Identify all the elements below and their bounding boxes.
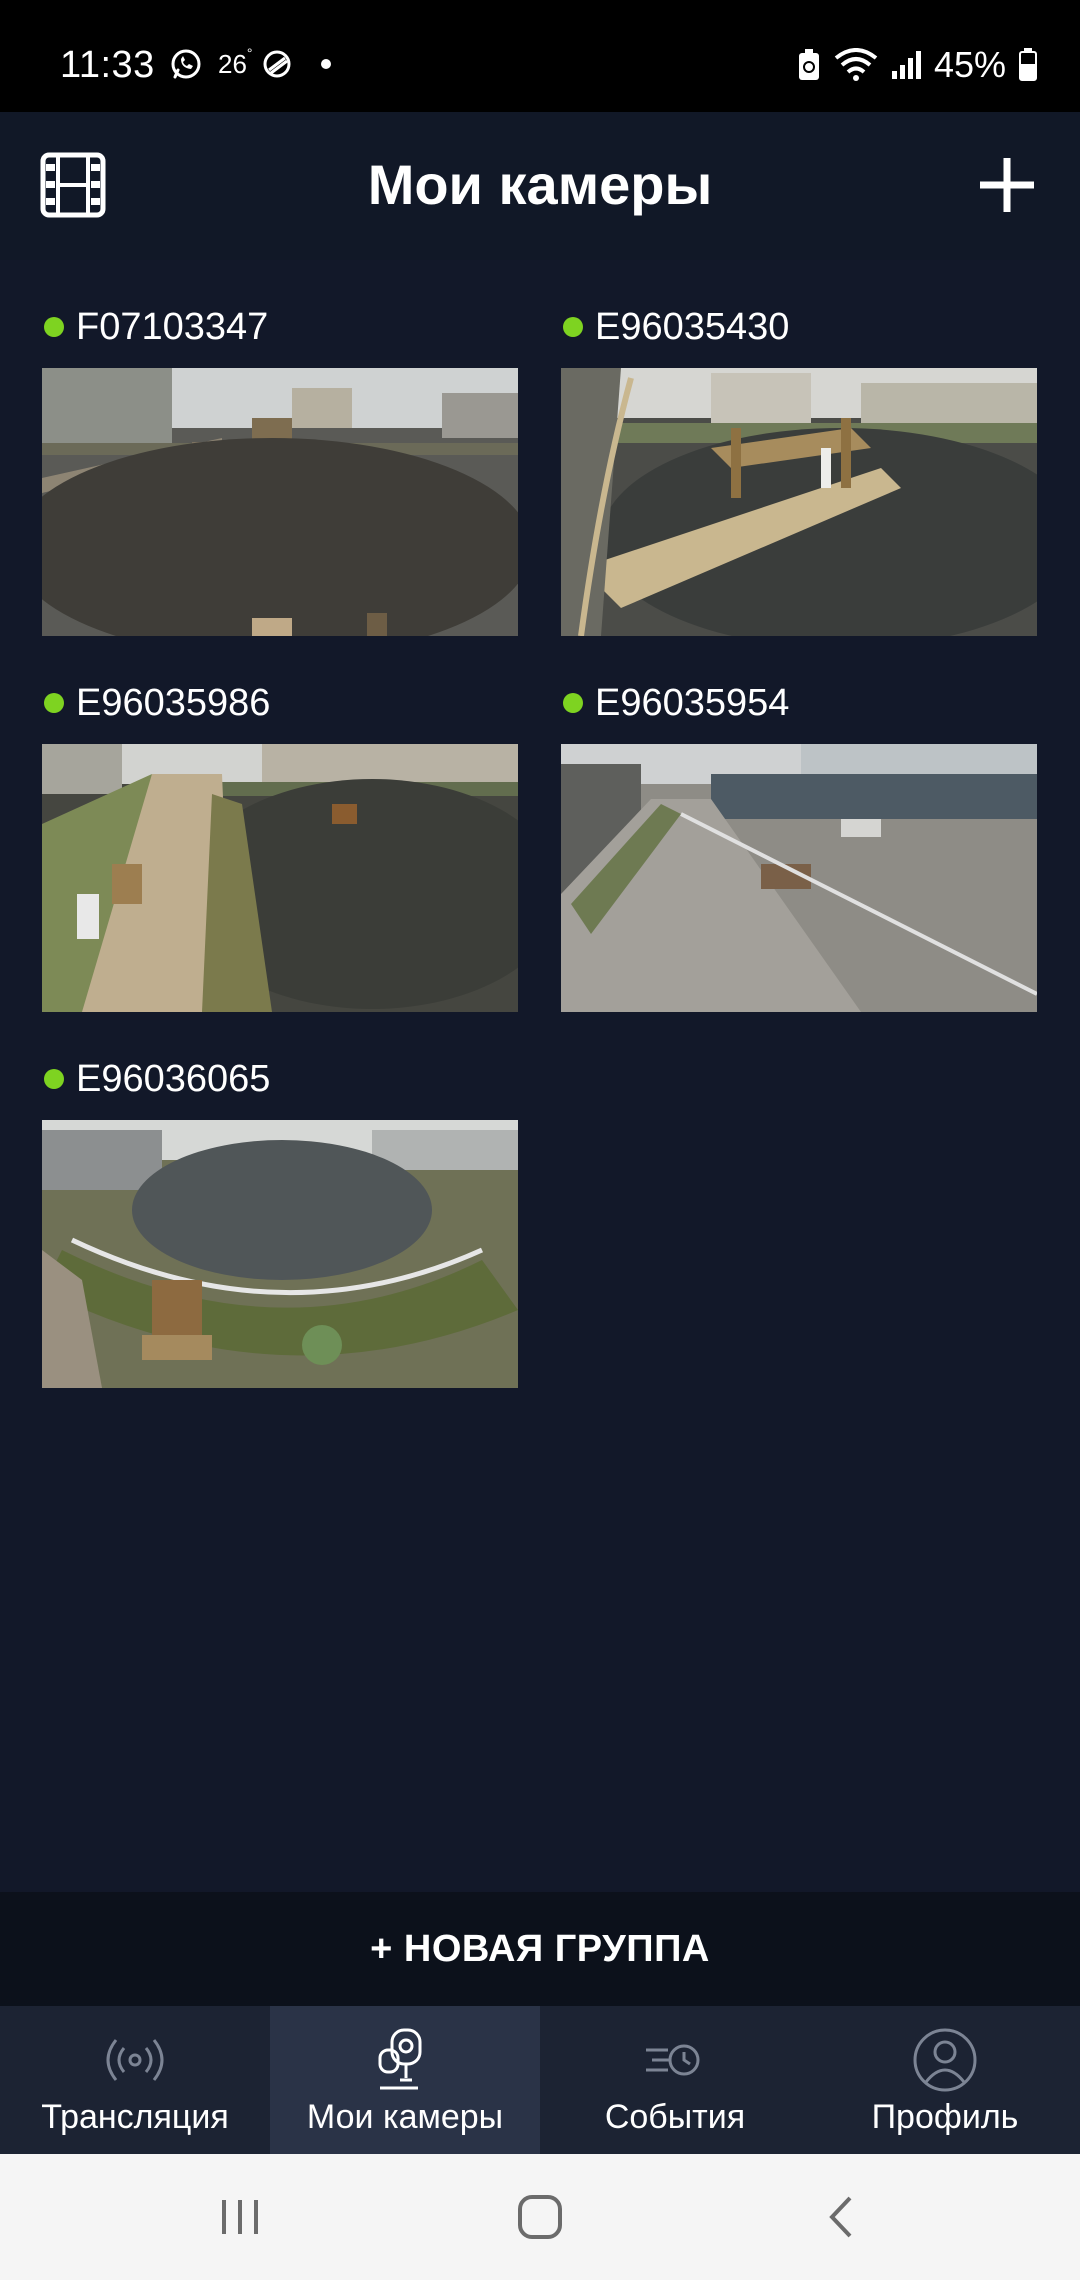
camera-thumbnail[interactable]: [42, 744, 518, 1012]
camera-card[interactable]: E96035430: [561, 300, 1037, 636]
nav-item-my-cameras[interactable]: Мои камеры: [270, 2006, 540, 2154]
camera-card[interactable]: F07103347: [42, 300, 518, 636]
status-time: 11:33: [60, 44, 155, 86]
camera-label: F07103347: [42, 300, 518, 354]
camera-label: E96036065: [42, 1052, 518, 1106]
battery-icon: [1019, 48, 1037, 81]
home-button[interactable]: [510, 2190, 570, 2244]
nav-label: Профиль: [871, 2098, 1019, 2136]
online-status-dot: [563, 693, 583, 713]
online-status-dot: [563, 317, 583, 337]
back-button[interactable]: [812, 2190, 872, 2244]
camera-name: E96035954: [595, 681, 790, 724]
new-group-button[interactable]: + НОВАЯ ГРУППА: [0, 1892, 1080, 2006]
camera-preview-image: [561, 744, 1037, 1012]
wifi-icon: [834, 48, 878, 81]
profile-icon: [913, 2028, 977, 2092]
camera-icon: [378, 2028, 422, 2090]
nav-label: События: [604, 2098, 746, 2136]
nav-item-profile[interactable]: Профиль: [810, 2006, 1080, 2154]
camera-thumbnail[interactable]: [42, 368, 518, 636]
system-navigation-bar: [0, 2154, 1080, 2280]
app-header: Мои камеры: [0, 112, 1080, 260]
camera-thumbnail[interactable]: [561, 744, 1037, 1012]
status-right-icons: 45%: [796, 44, 1038, 86]
camera-card[interactable]: E96035986: [42, 676, 518, 1012]
add-camera-button[interactable]: [974, 152, 1040, 218]
temperature-unit: °: [246, 44, 253, 61]
camera-label: E96035954: [561, 676, 1037, 730]
weather-icon: [263, 50, 291, 78]
camera-name: F07103347: [76, 305, 269, 348]
camera-label: E96035986: [42, 676, 518, 730]
online-status-dot: [44, 317, 64, 337]
notification-dot: [320, 59, 331, 69]
camera-preview-image: [42, 1120, 518, 1388]
nav-item-broadcast[interactable]: Трансляция: [0, 2006, 270, 2154]
plus-icon: [980, 158, 1034, 212]
signal-icon: [891, 51, 921, 79]
camera-preview-image: [42, 744, 518, 1012]
status-bar: 11:33 26 ° 45%: [0, 0, 1080, 112]
camera-preview-image: [42, 368, 518, 636]
broadcast-icon: [106, 2039, 164, 2081]
battery-percent: 45%: [933, 44, 1006, 85]
camera-label: E96035430: [561, 300, 1037, 354]
status-temperature: 26 °: [218, 45, 253, 80]
status-left-icons: 26 °: [168, 45, 331, 82]
camera-thumbnail[interactable]: [561, 368, 1037, 636]
nav-item-events[interactable]: События: [540, 2006, 810, 2154]
camera-thumbnail[interactable]: [42, 1120, 518, 1388]
online-status-dot: [44, 693, 64, 713]
camera-card[interactable]: E96036065: [42, 1052, 518, 1388]
camera-name: E96035430: [595, 305, 790, 348]
camera-name: E96036065: [76, 1057, 271, 1100]
camera-name: E96035986: [76, 681, 271, 724]
battery-saver-icon: [798, 49, 819, 80]
camera-preview-image: [561, 368, 1037, 636]
temperature-value: 26: [218, 48, 247, 79]
nav-label: Мои камеры: [306, 2098, 504, 2136]
page-title: Мои камеры: [367, 153, 713, 216]
bottom-navigation: Трансляция Мои камеры События Профиль: [0, 2006, 1080, 2154]
camera-card[interactable]: E96035954: [561, 676, 1037, 1012]
whatsapp-icon: [171, 49, 201, 79]
online-status-dot: [44, 1069, 64, 1089]
nav-label: Трансляция: [41, 2098, 229, 2136]
recent-apps-button[interactable]: [210, 2190, 270, 2244]
events-icon: [646, 2044, 700, 2076]
